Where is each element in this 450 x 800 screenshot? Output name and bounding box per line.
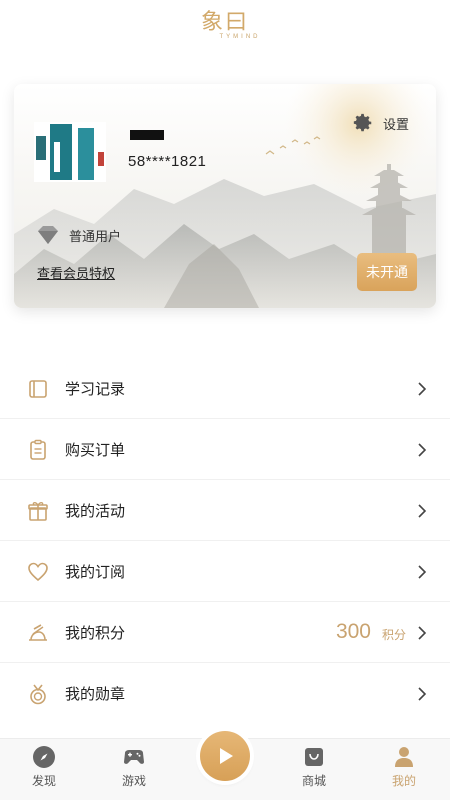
tab-games[interactable]: 游戏	[104, 745, 164, 789]
heart-icon	[28, 562, 48, 582]
chevron-right-icon	[418, 443, 427, 457]
menu-item-subscriptions[interactable]: 我的订阅	[0, 541, 450, 602]
settings-button[interactable]: 设置	[352, 112, 409, 134]
medal-icon	[30, 684, 46, 705]
menu-item-points[interactable]: 我的积分 300 积分	[0, 602, 450, 663]
menu-item-orders[interactable]: 购买订单	[0, 419, 450, 480]
profile-menu: 学习记录 购买订单 我的活动 我的订阅 我的积分 300 积分 我的勋章	[0, 358, 450, 724]
logo-subtext: TYMIND	[219, 34, 261, 40]
tab-label: 发现	[31, 774, 56, 788]
menu-item-study-record[interactable]: 学习记录	[0, 358, 450, 419]
bag-icon	[305, 748, 323, 766]
chevron-right-icon	[418, 565, 427, 579]
tab-label: 商城	[301, 774, 326, 788]
app-logo: 象曰 TYMIND	[0, 10, 450, 40]
level-label: 普通用户	[69, 229, 122, 245]
phone-number: 58****1821	[128, 153, 207, 170]
avatar[interactable]	[34, 122, 106, 182]
gift-icon	[28, 502, 48, 521]
menu-label: 学习记录	[65, 379, 126, 398]
settings-label: 设置	[382, 117, 409, 133]
menu-label: 我的勋章	[65, 685, 126, 703]
open-membership-button[interactable]: 未开通	[357, 253, 417, 291]
points-icon	[29, 624, 47, 641]
points-value: 300	[335, 620, 371, 643]
chevron-right-icon	[418, 626, 427, 640]
menu-item-activities[interactable]: 我的活动	[0, 480, 450, 541]
tab-mall[interactable]: 商城	[284, 745, 344, 789]
clipboard-icon	[30, 439, 46, 460]
gamepad-icon	[124, 750, 144, 764]
menu-label: 我的积分	[65, 623, 126, 642]
tab-label: 游戏	[121, 774, 146, 788]
logo-text: 象曰	[200, 10, 249, 35]
nickname-redacted	[130, 130, 164, 140]
tab-discover[interactable]: 发现	[14, 745, 74, 789]
play-icon	[220, 748, 233, 764]
book-icon	[29, 380, 47, 398]
menu-label: 我的活动	[65, 501, 126, 520]
menu-label: 我的订阅	[65, 562, 126, 581]
menu-label: 购买订单	[65, 440, 126, 459]
chevron-right-icon	[418, 687, 427, 701]
tab-label: 我的	[391, 774, 416, 788]
user-icon	[395, 747, 413, 767]
play-button[interactable]	[200, 731, 250, 781]
gear-icon	[353, 113, 372, 132]
member-card: 58****1821 设置 普通用户 查看会员特权 未开通	[14, 84, 436, 308]
menu-item-medals[interactable]: 我的勋章	[0, 663, 450, 724]
chevron-right-icon	[418, 382, 427, 396]
points-unit: 积分	[381, 628, 406, 642]
member-level: 普通用户	[37, 225, 121, 245]
tab-me[interactable]: 我的	[374, 745, 434, 789]
chevron-right-icon	[418, 504, 427, 518]
bottom-tab-bar: 发现 游戏 商城 我的	[0, 731, 450, 800]
diamond-icon	[38, 226, 58, 244]
view-privileges-link[interactable]: 查看会员特权	[37, 263, 115, 282]
compass-icon	[33, 746, 55, 768]
